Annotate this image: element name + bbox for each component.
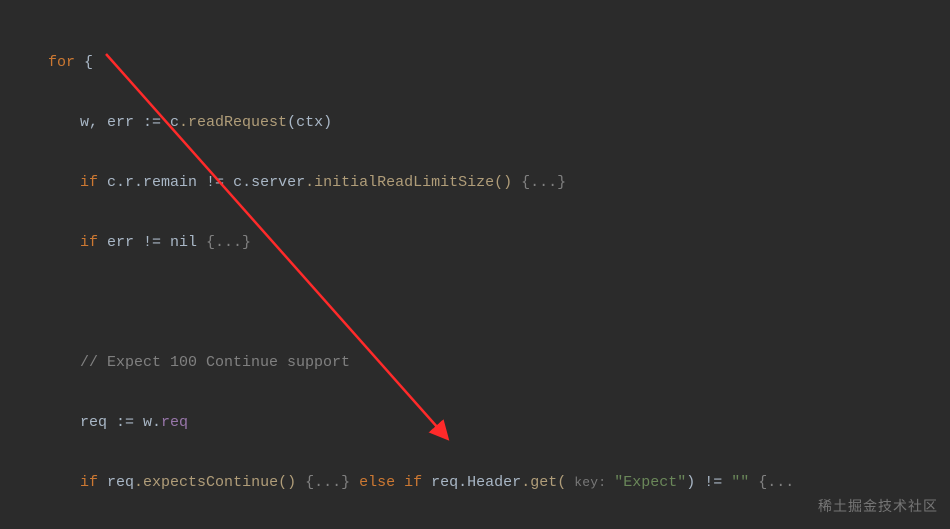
folded-block[interactable]: {...} — [512, 174, 566, 191]
code-line: // Expect 100 Continue support — [0, 348, 950, 378]
code-line: if req.expectsContinue() {...} else if r… — [0, 468, 950, 498]
code-line: w, err := c.readRequest(ctx) — [0, 108, 950, 138]
folded-block[interactable]: {...} — [296, 474, 350, 491]
code-line — [0, 288, 950, 318]
comment: // Expect 100 Continue support — [80, 354, 350, 371]
code-line: for { — [0, 48, 950, 78]
keyword-for: for — [48, 54, 75, 71]
param-hint: key: — [566, 475, 614, 490]
folded-block[interactable]: {... — [749, 474, 794, 491]
code-line: if err != nil {...} — [0, 228, 950, 258]
code-line: req := w.req — [0, 408, 950, 438]
code-line: if c.r.remain != c.server.initialReadLim… — [0, 168, 950, 198]
folded-block[interactable]: {...} — [197, 234, 251, 251]
code-editor[interactable]: for { w, err := c.readRequest(ctx) if c.… — [0, 0, 950, 529]
